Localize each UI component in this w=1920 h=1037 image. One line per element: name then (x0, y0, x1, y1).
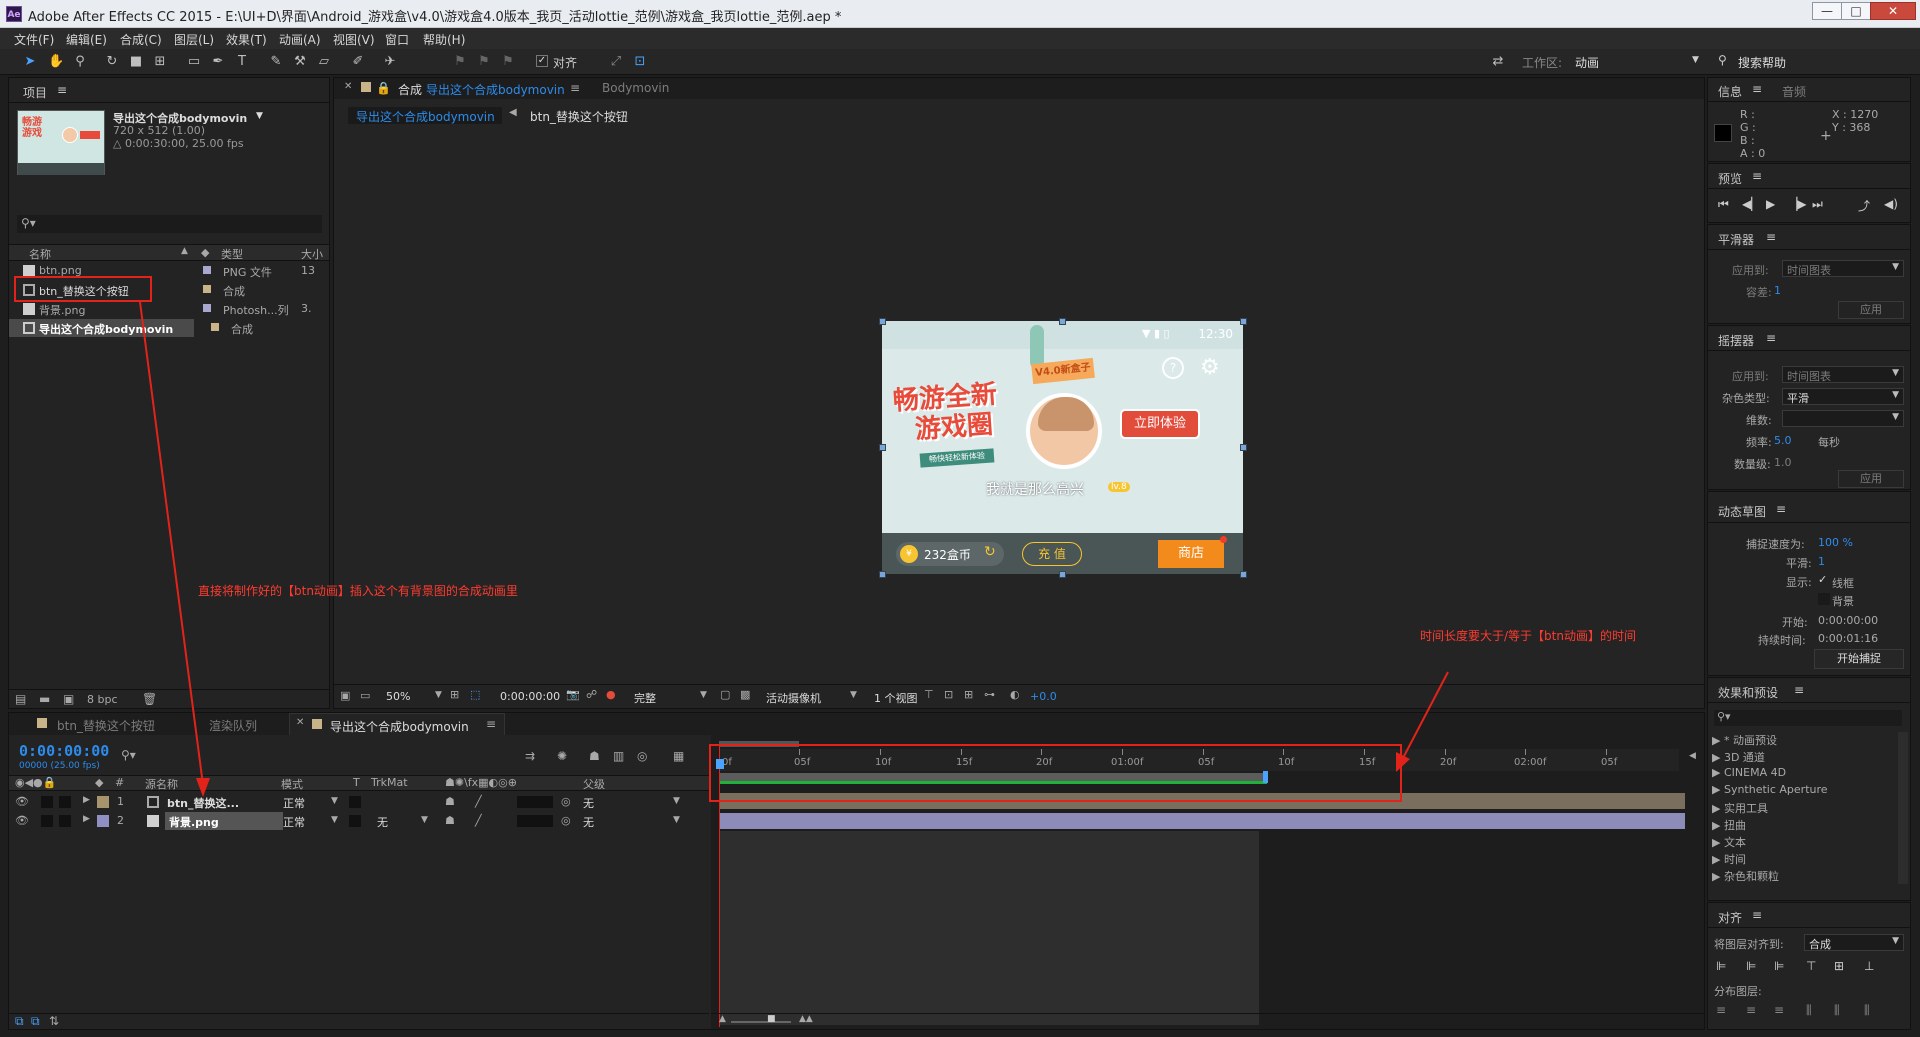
annotation-arrows (139, 301, 1449, 797)
arrow-left-line (139, 301, 204, 786)
arrow-right-head (1396, 752, 1410, 772)
arrow-right-line (1401, 671, 1449, 761)
arrow-left-head (196, 778, 210, 797)
